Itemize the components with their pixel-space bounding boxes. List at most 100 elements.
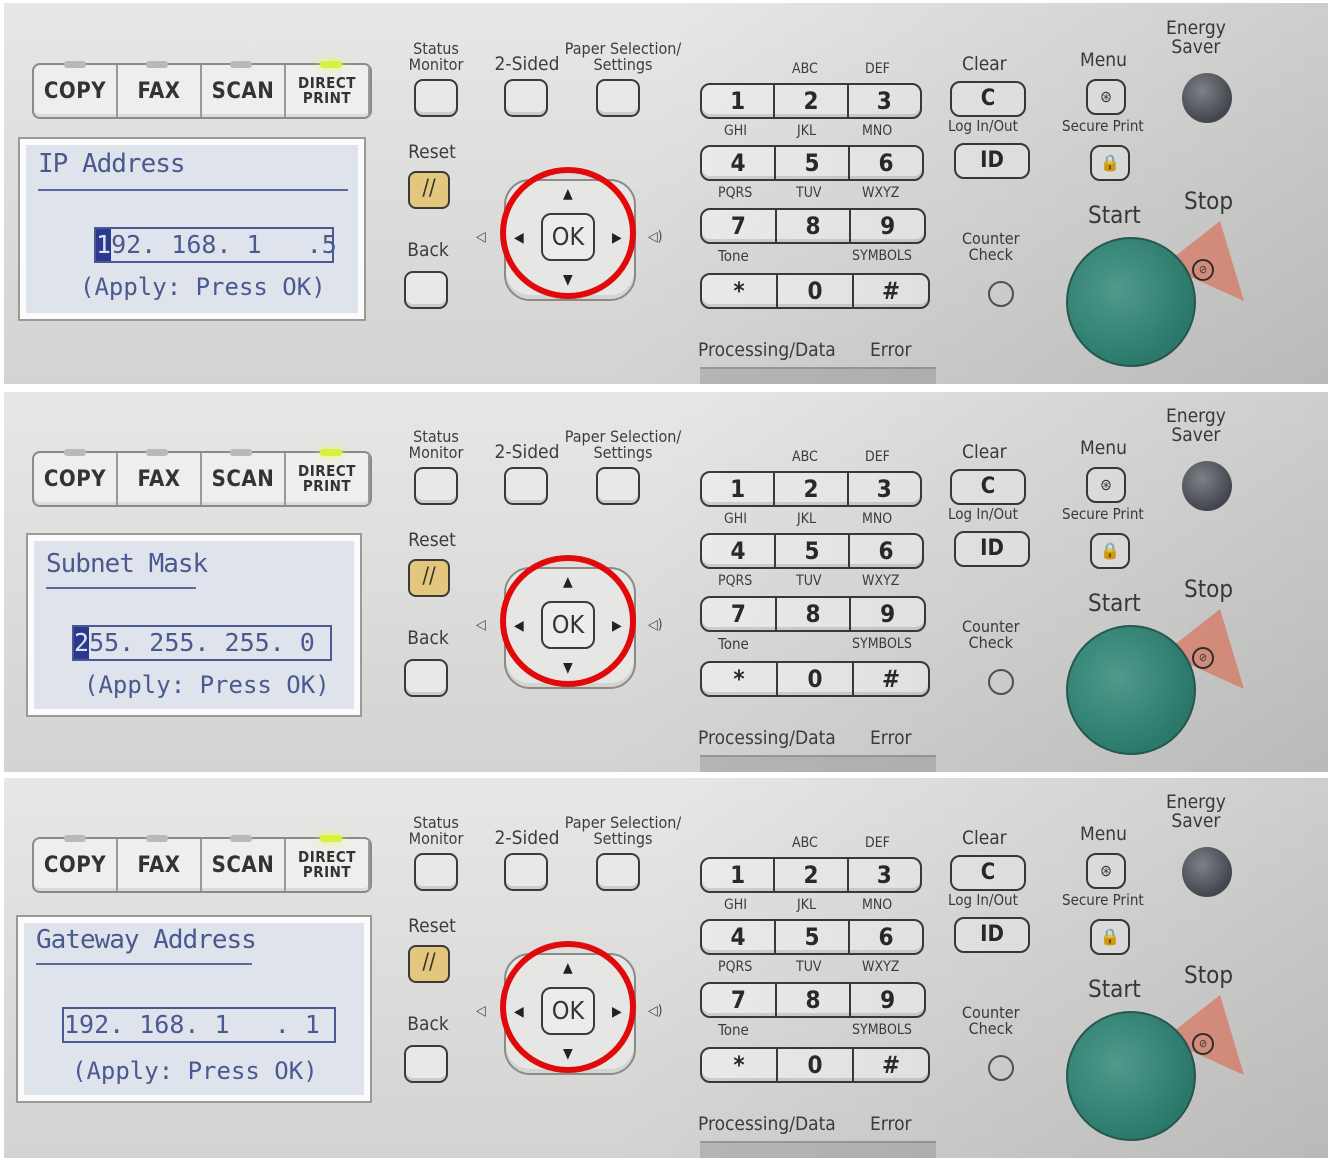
counter-check-button[interactable] bbox=[988, 1055, 1014, 1081]
key-2[interactable]: 2 bbox=[775, 473, 849, 505]
key-2[interactable]: 2 bbox=[775, 85, 849, 117]
lcd-value-field[interactable]: 192. 168. 1 . 1 bbox=[62, 1007, 336, 1043]
key-2[interactable]: 2 bbox=[775, 859, 849, 891]
key-0[interactable]: 0 bbox=[778, 663, 854, 695]
key-9[interactable]: 9 bbox=[851, 984, 924, 1016]
reset-button[interactable]: // bbox=[408, 945, 450, 983]
clear-button[interactable]: C bbox=[950, 855, 1026, 891]
ghi-label: GHI bbox=[724, 123, 747, 139]
status-monitor-button[interactable] bbox=[414, 79, 458, 117]
paper-selection-button[interactable] bbox=[596, 79, 640, 117]
start-button[interactable] bbox=[1066, 1011, 1196, 1141]
status-monitor-button[interactable] bbox=[414, 853, 458, 891]
keypad-row-3: 7 8 9 bbox=[700, 596, 926, 632]
fax-button[interactable]: FAX bbox=[118, 839, 202, 891]
menu-button[interactable]: ⊛ bbox=[1086, 853, 1126, 889]
clear-button[interactable]: C bbox=[950, 469, 1026, 505]
energy-saver-button[interactable] bbox=[1182, 461, 1232, 511]
key-8[interactable]: 8 bbox=[777, 984, 852, 1016]
fax-button[interactable]: FAX bbox=[118, 65, 202, 117]
key-6[interactable]: 6 bbox=[850, 921, 922, 953]
key-hash[interactable]: # bbox=[854, 1049, 928, 1081]
key-5[interactable]: 5 bbox=[776, 921, 850, 953]
direct-print-button[interactable]: DIRECT PRINT bbox=[286, 65, 370, 117]
scan-button[interactable]: SCAN bbox=[202, 453, 286, 505]
lcd-value-field[interactable]: 192. 168. 1 .5 bbox=[94, 227, 337, 263]
paper-selection-button[interactable] bbox=[596, 467, 640, 505]
id-button[interactable]: ID bbox=[954, 143, 1030, 179]
key-asterisk[interactable]: * bbox=[702, 275, 778, 307]
key-5[interactable]: 5 bbox=[776, 535, 850, 567]
key-9[interactable]: 9 bbox=[851, 598, 924, 630]
status-monitor-button[interactable] bbox=[414, 467, 458, 505]
two-sided-button[interactable] bbox=[504, 853, 548, 891]
reset-button[interactable]: // bbox=[408, 559, 450, 597]
scan-button[interactable]: SCAN bbox=[202, 839, 286, 891]
id-button[interactable]: ID bbox=[954, 531, 1030, 567]
key-3[interactable]: 3 bbox=[849, 85, 920, 117]
secure-print-button[interactable]: 🔒 bbox=[1090, 145, 1130, 181]
secure-print-button[interactable]: 🔒 bbox=[1090, 919, 1130, 955]
clear-button[interactable]: C bbox=[950, 81, 1026, 117]
key-1[interactable]: 1 bbox=[702, 85, 776, 117]
key-8[interactable]: 8 bbox=[777, 598, 852, 630]
key-hash[interactable]: # bbox=[854, 663, 928, 695]
log-in-out-label: Log In/Out bbox=[948, 505, 1018, 523]
direct-print-label-2: PRINT bbox=[302, 89, 352, 107]
two-sided-button[interactable] bbox=[504, 79, 548, 117]
copy-button[interactable]: COPY bbox=[34, 839, 118, 891]
direct-print-button[interactable]: DIRECT PRINT bbox=[286, 839, 370, 891]
copy-led bbox=[64, 61, 86, 68]
key-3[interactable]: 3 bbox=[849, 473, 920, 505]
energy-saver-button[interactable] bbox=[1182, 847, 1232, 897]
two-sided-button[interactable] bbox=[504, 467, 548, 505]
lcd-value-field[interactable]: 255. 255. 255. 0 bbox=[72, 625, 332, 661]
key-7[interactable]: 7 bbox=[702, 984, 777, 1016]
fax-button[interactable]: FAX bbox=[118, 453, 202, 505]
secure-print-button[interactable]: 🔒 bbox=[1090, 533, 1130, 569]
key-7[interactable]: 7 bbox=[702, 598, 777, 630]
key-6[interactable]: 6 bbox=[850, 535, 922, 567]
key-4[interactable]: 4 bbox=[702, 921, 776, 953]
key-9[interactable]: 9 bbox=[851, 210, 924, 242]
key-7[interactable]: 7 bbox=[702, 210, 777, 242]
stop-label: Stop bbox=[1184, 961, 1234, 989]
key-4[interactable]: 4 bbox=[702, 535, 776, 567]
paper-selection-button[interactable] bbox=[596, 853, 640, 891]
secure-print-label: Secure Print bbox=[1062, 117, 1144, 135]
copy-button[interactable]: COPY bbox=[34, 453, 118, 505]
start-button[interactable] bbox=[1066, 625, 1196, 755]
key-asterisk[interactable]: * bbox=[702, 663, 778, 695]
id-button[interactable]: ID bbox=[954, 917, 1030, 953]
key-0[interactable]: 0 bbox=[778, 1049, 854, 1081]
back-button[interactable] bbox=[404, 659, 448, 697]
two-sided-label: 2-Sided bbox=[494, 441, 560, 463]
menu-button[interactable]: ⊛ bbox=[1086, 79, 1126, 115]
back-button[interactable] bbox=[404, 271, 448, 309]
clear-label: Clear bbox=[962, 53, 1007, 75]
start-button[interactable] bbox=[1066, 237, 1196, 367]
key-asterisk[interactable]: * bbox=[702, 1049, 778, 1081]
abc-label: ABC bbox=[792, 61, 818, 77]
reset-button[interactable]: // bbox=[408, 171, 450, 209]
menu-label: Menu bbox=[1080, 49, 1127, 71]
energy-saver-button[interactable] bbox=[1182, 73, 1232, 123]
log-in-out-label: Log In/Out bbox=[948, 117, 1018, 135]
key-1[interactable]: 1 bbox=[702, 859, 776, 891]
direct-print-button[interactable]: DIRECT PRINT bbox=[286, 453, 370, 505]
key-6[interactable]: 6 bbox=[850, 147, 922, 179]
key-4[interactable]: 4 bbox=[702, 147, 776, 179]
scan-button[interactable]: SCAN bbox=[202, 65, 286, 117]
copy-button[interactable]: COPY bbox=[34, 65, 118, 117]
counter-check-button[interactable] bbox=[988, 281, 1014, 307]
error-label: Error bbox=[870, 727, 912, 749]
key-3[interactable]: 3 bbox=[849, 859, 920, 891]
back-button[interactable] bbox=[404, 1045, 448, 1083]
key-0[interactable]: 0 bbox=[778, 275, 854, 307]
counter-check-button[interactable] bbox=[988, 669, 1014, 695]
key-hash[interactable]: # bbox=[854, 275, 928, 307]
key-8[interactable]: 8 bbox=[777, 210, 852, 242]
key-1[interactable]: 1 bbox=[702, 473, 776, 505]
menu-button[interactable]: ⊛ bbox=[1086, 467, 1126, 503]
key-5[interactable]: 5 bbox=[776, 147, 850, 179]
